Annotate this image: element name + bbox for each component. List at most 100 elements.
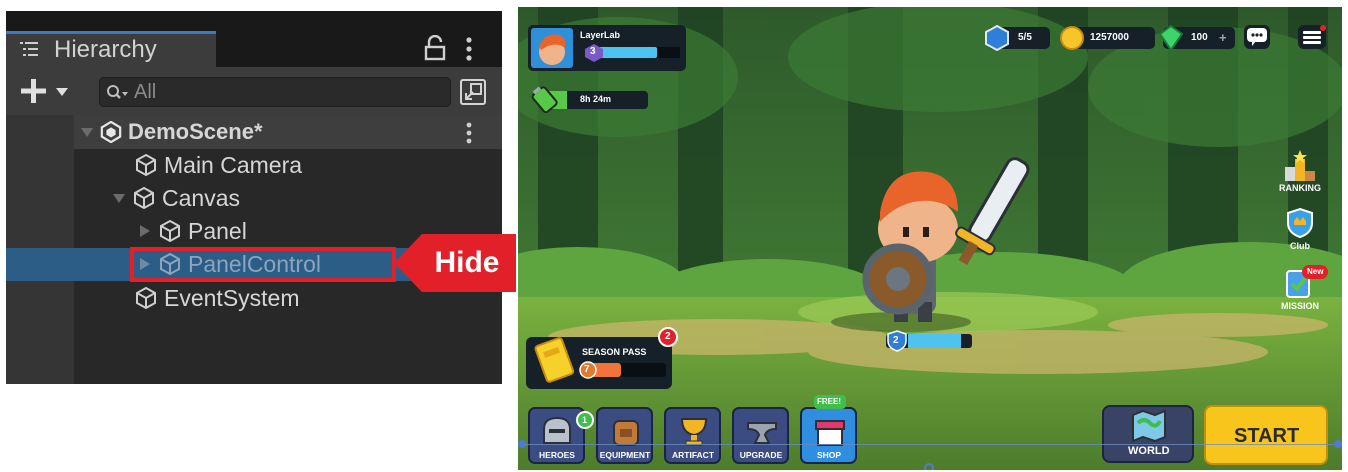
ranking-button[interactable]: RANKING bbox=[1270, 149, 1330, 195]
shop-free-badge: FREE! bbox=[814, 395, 846, 409]
search-field[interactable] bbox=[99, 77, 451, 107]
energy-timer: 8h 24m bbox=[580, 94, 612, 104]
xp-bar bbox=[598, 47, 680, 58]
scene-menu-icon[interactable] bbox=[466, 122, 472, 144]
hierarchy-row-label: EventSystem bbox=[164, 284, 300, 311]
highlight-outline bbox=[130, 247, 396, 282]
club-shield-icon bbox=[1287, 207, 1313, 239]
rect-handle-right[interactable] bbox=[1334, 440, 1342, 448]
hierarchy-row-canvas[interactable]: Canvas bbox=[112, 181, 240, 215]
hamburger-menu-icon bbox=[1303, 25, 1326, 44]
hierarchy-tab[interactable]: Hierarchy bbox=[6, 31, 216, 67]
dropdown-caret-icon[interactable] bbox=[56, 87, 68, 97]
knight-helmet-icon bbox=[543, 416, 571, 444]
gold-value: 1257000 bbox=[1090, 32, 1129, 43]
gameobject-cube-icon bbox=[136, 286, 156, 310]
club-label: Club bbox=[1290, 241, 1310, 251]
gameobject-cube-icon bbox=[134, 186, 154, 210]
season-pass-card[interactable]: SEASON PASS 7 2 bbox=[526, 327, 678, 389]
mission-label: MISSION bbox=[1280, 301, 1319, 311]
hierarchy-row-label: DemoScene* bbox=[128, 119, 263, 144]
rect-transform-guide bbox=[518, 444, 1342, 445]
mission-button[interactable]: New MISSION bbox=[1270, 265, 1330, 313]
rect-pivot-handle[interactable] bbox=[924, 463, 934, 470]
list-icon bbox=[20, 42, 38, 56]
hierarchy-row-label: Main Camera bbox=[164, 151, 303, 178]
unity-logo-icon bbox=[100, 121, 122, 143]
expand-arrow-icon[interactable] bbox=[80, 125, 94, 139]
gameobject-cube-icon bbox=[136, 153, 156, 177]
hierarchy-row-label: Canvas bbox=[162, 184, 240, 211]
xp-bar-fill bbox=[598, 47, 658, 58]
gold-counter[interactable]: 1257000 bbox=[1060, 26, 1155, 50]
hierarchy-row-main-camera[interactable]: Main Camera bbox=[134, 148, 302, 182]
player-name: LayerLab bbox=[580, 30, 621, 40]
hierarchy-toolbar bbox=[6, 67, 502, 116]
gameobject-cube-icon bbox=[160, 219, 180, 243]
hide-callout-label: Hide bbox=[434, 246, 500, 279]
shop-storefront-icon bbox=[815, 420, 845, 446]
nav-equipment-label: EQUIPMENT bbox=[599, 450, 651, 460]
expand-arrow-icon[interactable] bbox=[112, 191, 126, 205]
season-pass-title: SEASON PASS bbox=[582, 347, 647, 357]
nav-heroes-label: HEROES bbox=[539, 450, 575, 460]
hero-level: 2 bbox=[893, 335, 899, 346]
add-gems-button[interactable]: + bbox=[1219, 30, 1227, 45]
world-map-icon bbox=[1132, 409, 1166, 443]
search-icon bbox=[107, 85, 128, 99]
mission-badge-label: New bbox=[1307, 267, 1324, 276]
hierarchy-row-eventsystem[interactable]: EventSystem bbox=[134, 281, 300, 315]
player-card[interactable]: LayerLab 3 bbox=[528, 25, 686, 71]
create-plus-icon[interactable] bbox=[18, 76, 50, 106]
club-button[interactable]: Club bbox=[1270, 207, 1330, 253]
season-pass-badge: 2 bbox=[658, 327, 678, 347]
hierarchy-row-label: Panel bbox=[188, 217, 247, 244]
nav-shop-label: SHOP bbox=[816, 450, 842, 460]
hierarchy-window: Hierarchy All DemoScene* Main Camera Can… bbox=[6, 11, 502, 384]
gold-coin-icon bbox=[1060, 26, 1084, 50]
world-button[interactable]: WORLD bbox=[1102, 405, 1194, 463]
heroes-badge-count: 1 bbox=[582, 415, 588, 425]
backpack-icon bbox=[613, 420, 639, 446]
key-gem-icon bbox=[985, 25, 1009, 51]
search-input[interactable] bbox=[134, 80, 434, 104]
gems-counter[interactable]: 100 + bbox=[1158, 24, 1235, 52]
game-view: LayerLab 3 8h 24m 5/5 1257000 100 + RANK… bbox=[518, 7, 1342, 470]
popout-icon[interactable] bbox=[458, 77, 488, 107]
heroes-badge: 1 bbox=[576, 411, 594, 429]
shop-badge-label: FREE! bbox=[817, 397, 841, 406]
mission-new-badge: New bbox=[1302, 265, 1328, 279]
player-avatar[interactable] bbox=[531, 28, 573, 68]
nav-upgrade-label: UPGRADE bbox=[739, 450, 783, 460]
nav-artifact-label: ARTIFACT bbox=[671, 450, 715, 460]
player-level: 3 bbox=[590, 46, 596, 57]
lock-icon[interactable] bbox=[424, 35, 446, 61]
gems-value: 100 bbox=[1191, 32, 1208, 43]
hierarchy-row-panel[interactable]: Panel bbox=[138, 214, 247, 248]
keys-value: 5/5 bbox=[1018, 32, 1032, 43]
chalice-icon bbox=[680, 418, 708, 446]
main-menu-button[interactable] bbox=[1298, 25, 1326, 49]
battery-icon bbox=[531, 86, 558, 113]
forest-background bbox=[518, 7, 1342, 470]
season-pass-badge-count: 2 bbox=[665, 331, 671, 342]
world-label: WORLD bbox=[1128, 445, 1170, 457]
gold-ticket-icon bbox=[534, 337, 575, 383]
anvil-icon bbox=[747, 422, 777, 444]
ranking-podium-icon bbox=[1285, 150, 1315, 181]
hierarchy-row-demoscene[interactable]: DemoScene* bbox=[80, 115, 263, 149]
start-button[interactable]: START bbox=[1204, 405, 1328, 465]
chat-bubble-icon bbox=[1247, 28, 1267, 46]
hero-hp-fill bbox=[908, 334, 962, 348]
chat-button[interactable] bbox=[1244, 25, 1270, 49]
keys-counter[interactable]: 5/5 bbox=[985, 25, 1050, 51]
ranking-label: RANKING bbox=[1279, 183, 1321, 193]
green-gem-icon bbox=[1158, 24, 1184, 52]
avatar-portrait-icon bbox=[539, 34, 566, 65]
collapsed-arrow-icon[interactable] bbox=[138, 224, 152, 238]
rect-handle-left[interactable] bbox=[518, 440, 526, 448]
energy-indicator[interactable]: 8h 24m bbox=[530, 85, 650, 113]
window-menu-icon[interactable] bbox=[466, 37, 472, 61]
hierarchy-tab-label: Hierarchy bbox=[54, 36, 157, 63]
season-pass-level: 7 bbox=[584, 364, 590, 375]
